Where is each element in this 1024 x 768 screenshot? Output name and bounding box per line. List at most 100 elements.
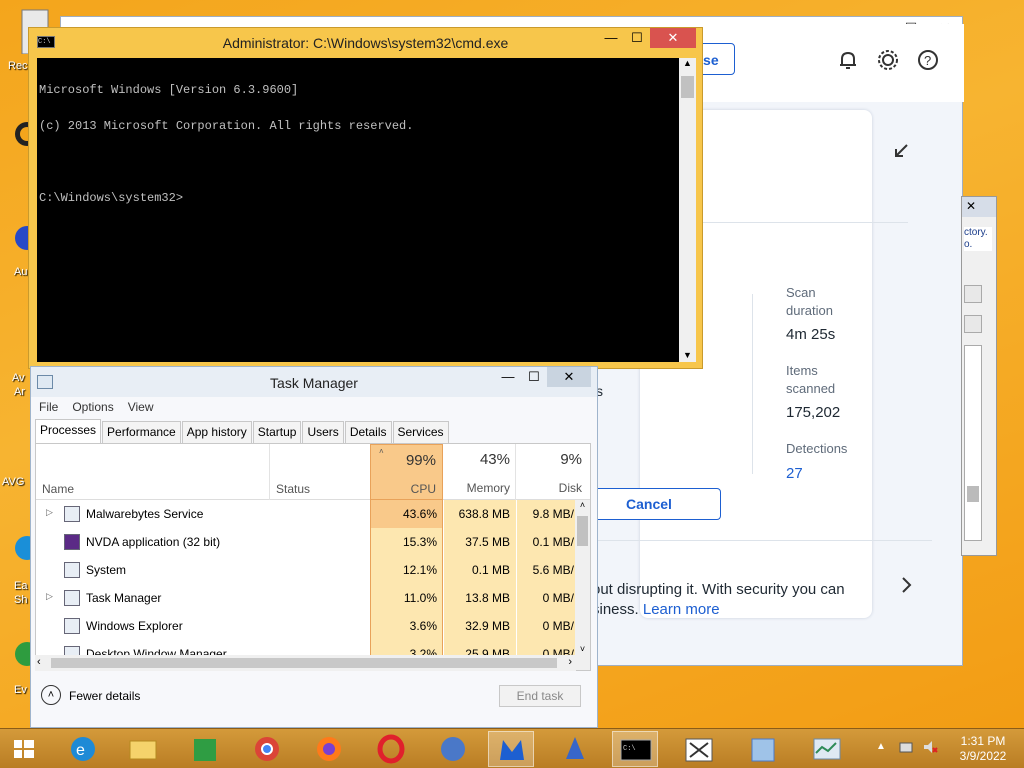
console-output: Microsoft Windows [Version 6.3.9600] (c)… bbox=[39, 83, 414, 205]
app-icon[interactable] bbox=[740, 731, 786, 767]
cmd-console[interactable]: Microsoft Windows [Version 6.3.9600] (c)… bbox=[37, 58, 696, 362]
scroll-up-icon[interactable]: ˄ bbox=[575, 500, 590, 512]
desktop-label: Rec bbox=[8, 60, 28, 72]
task-manager-titlebar[interactable]: Task Manager — ☐ ✕ bbox=[31, 367, 597, 397]
cmd-scrollbar[interactable]: ▲ ▼ bbox=[679, 58, 696, 362]
clock[interactable]: 1:31 PM 3/9/2022 bbox=[955, 734, 1011, 764]
nvda-icon[interactable] bbox=[552, 731, 598, 767]
cancel-scan-button[interactable]: Cancel bbox=[577, 488, 721, 520]
memory-percent: 43% bbox=[479, 451, 510, 468]
scroll-up-icon[interactable]: ▲ bbox=[679, 58, 696, 70]
maximize-icon[interactable]: ☐ bbox=[624, 28, 650, 48]
scroll-down-icon[interactable]: ▼ bbox=[679, 350, 696, 362]
app-icon[interactable] bbox=[430, 731, 476, 767]
column-disk[interactable]: Disk bbox=[544, 481, 582, 495]
cmd-window: C:\ Administrator: C:\Windows\system32\c… bbox=[28, 27, 703, 369]
promo-text: out disrupting it. With security you can… bbox=[592, 581, 845, 618]
task-manager-taskbar-icon[interactable] bbox=[804, 731, 850, 767]
column-name[interactable]: Name bbox=[42, 482, 74, 496]
scroll-right-icon[interactable]: › bbox=[568, 656, 572, 668]
expand-icon[interactable]: ▷ bbox=[46, 507, 53, 518]
firefox-icon[interactable] bbox=[306, 731, 352, 767]
task-manager-process-icon bbox=[64, 590, 80, 606]
desktop-label: AVG bbox=[2, 476, 25, 488]
dialog-titlebar[interactable]: ✕ bbox=[962, 197, 996, 217]
cpu-value: 15.3% bbox=[402, 535, 437, 549]
show-hidden-icons-icon[interactable]: ▲ bbox=[876, 741, 886, 752]
chrome-icon[interactable] bbox=[244, 731, 290, 767]
close-icon[interactable]: ✕ bbox=[966, 199, 976, 213]
volume-icon[interactable] bbox=[922, 739, 938, 755]
process-name: Task Manager bbox=[86, 591, 162, 605]
scroll-thumb[interactable] bbox=[577, 516, 588, 546]
system-icon bbox=[64, 562, 80, 578]
minimize-icon[interactable]: — bbox=[598, 28, 624, 48]
cpu-value: 43.6% bbox=[402, 507, 437, 521]
tab-app-history[interactable]: App history bbox=[181, 421, 252, 443]
file-explorer-icon[interactable] bbox=[120, 731, 166, 767]
desktop-label: Av bbox=[12, 372, 25, 384]
scroll-down-icon[interactable]: ˅ bbox=[575, 644, 590, 656]
internet-explorer-icon[interactable]: e bbox=[60, 731, 106, 767]
process-list-scrollbar[interactable]: ˄ ˅ bbox=[575, 500, 590, 670]
store-icon[interactable] bbox=[182, 731, 228, 767]
cpu-percent: 99% bbox=[405, 452, 436, 469]
start-button[interactable] bbox=[4, 731, 50, 767]
scroll-thumb[interactable] bbox=[681, 76, 694, 98]
menu-options[interactable]: Options bbox=[72, 400, 113, 414]
table-row[interactable]: System 12.1% 0.1 MB 5.6 MB/ bbox=[36, 556, 590, 584]
table-row[interactable]: ▷ Task Manager 11.0% 13.8 MB 0 MB/ bbox=[36, 584, 590, 612]
tab-performance[interactable]: Performance bbox=[102, 421, 181, 443]
malwarebytes-icon[interactable] bbox=[488, 731, 534, 767]
process-name: NVDA application (32 bit) bbox=[86, 535, 221, 549]
detections-value[interactable]: 27 bbox=[786, 465, 803, 482]
column-memory[interactable]: Memory bbox=[456, 481, 510, 495]
scroll-left-icon[interactable]: ‹ bbox=[37, 656, 41, 668]
cmd-titlebar[interactable]: C:\ Administrator: C:\Windows\system32\c… bbox=[29, 28, 702, 56]
tab-details[interactable]: Details bbox=[344, 421, 392, 443]
dialog-button[interactable] bbox=[964, 285, 982, 303]
close-icon[interactable]: ✕ bbox=[650, 28, 696, 48]
menu-file[interactable]: File bbox=[39, 400, 58, 414]
minimize-icon[interactable]: — bbox=[495, 367, 521, 387]
bell-icon[interactable] bbox=[837, 49, 859, 71]
tab-processes[interactable]: Processes bbox=[35, 419, 102, 443]
desktop-label: Sh bbox=[14, 594, 28, 606]
column-status[interactable]: Status bbox=[276, 482, 310, 496]
opera-icon[interactable] bbox=[368, 731, 414, 767]
items-scanned-label: Items scanned bbox=[786, 363, 836, 396]
processes-panel: Name Status ˄ 99% CPU 43% Memory 9% Disk… bbox=[35, 443, 591, 671]
dialog-button[interactable] bbox=[964, 315, 982, 333]
app-icon[interactable] bbox=[676, 731, 722, 767]
svg-text:C:\: C:\ bbox=[623, 745, 636, 753]
learn-more-link[interactable]: Learn more bbox=[643, 601, 720, 618]
gear-icon[interactable] bbox=[877, 49, 899, 71]
end-task-button[interactable]: End task bbox=[499, 685, 581, 707]
cmd-taskbar-icon[interactable]: C:\ bbox=[612, 731, 658, 767]
maximize-icon[interactable]: ☐ bbox=[521, 367, 547, 387]
network-icon[interactable] bbox=[898, 739, 914, 755]
chevron-up-icon[interactable]: ˄ bbox=[41, 685, 61, 705]
tab-users[interactable]: Users bbox=[302, 421, 344, 443]
tab-startup[interactable]: Startup bbox=[252, 421, 302, 443]
table-row[interactable]: NVDA application (32 bit) 15.3% 37.5 MB 0.1… bbox=[36, 528, 590, 556]
tab-services[interactable]: Services bbox=[392, 421, 449, 443]
cpu-column-highlight[interactable]: ˄ 99% CPU bbox=[370, 444, 443, 500]
scroll-thumb[interactable] bbox=[51, 658, 557, 668]
processes-header: Name Status ˄ 99% CPU 43% Memory 9% Disk bbox=[36, 444, 590, 500]
table-row[interactable]: ▷ Malwarebytes Service 43.6% 638.8 MB 9.8 MB… bbox=[36, 500, 590, 528]
table-row[interactable]: Windows Explorer 3.6% 32.9 MB 0 MB/ bbox=[36, 612, 590, 640]
fewer-details-button[interactable]: Fewer details bbox=[69, 689, 140, 703]
dialog-scrollbar[interactable] bbox=[964, 345, 982, 541]
close-icon[interactable]: ✕ bbox=[547, 367, 591, 387]
disk-value: 9.8 MB/ bbox=[532, 507, 574, 521]
memory-value: 638.8 MB bbox=[458, 507, 510, 521]
process-list-hscrollbar[interactable]: ‹ › bbox=[35, 655, 576, 671]
help-icon[interactable]: ? bbox=[917, 49, 939, 71]
chevron-right-icon[interactable] bbox=[900, 576, 914, 594]
collapse-icon[interactable] bbox=[892, 142, 910, 160]
menu-view[interactable]: View bbox=[128, 400, 154, 414]
expand-icon[interactable]: ▷ bbox=[46, 591, 53, 602]
disk-value: 0 MB/ bbox=[542, 591, 574, 605]
column-cpu: CPU bbox=[410, 482, 436, 496]
